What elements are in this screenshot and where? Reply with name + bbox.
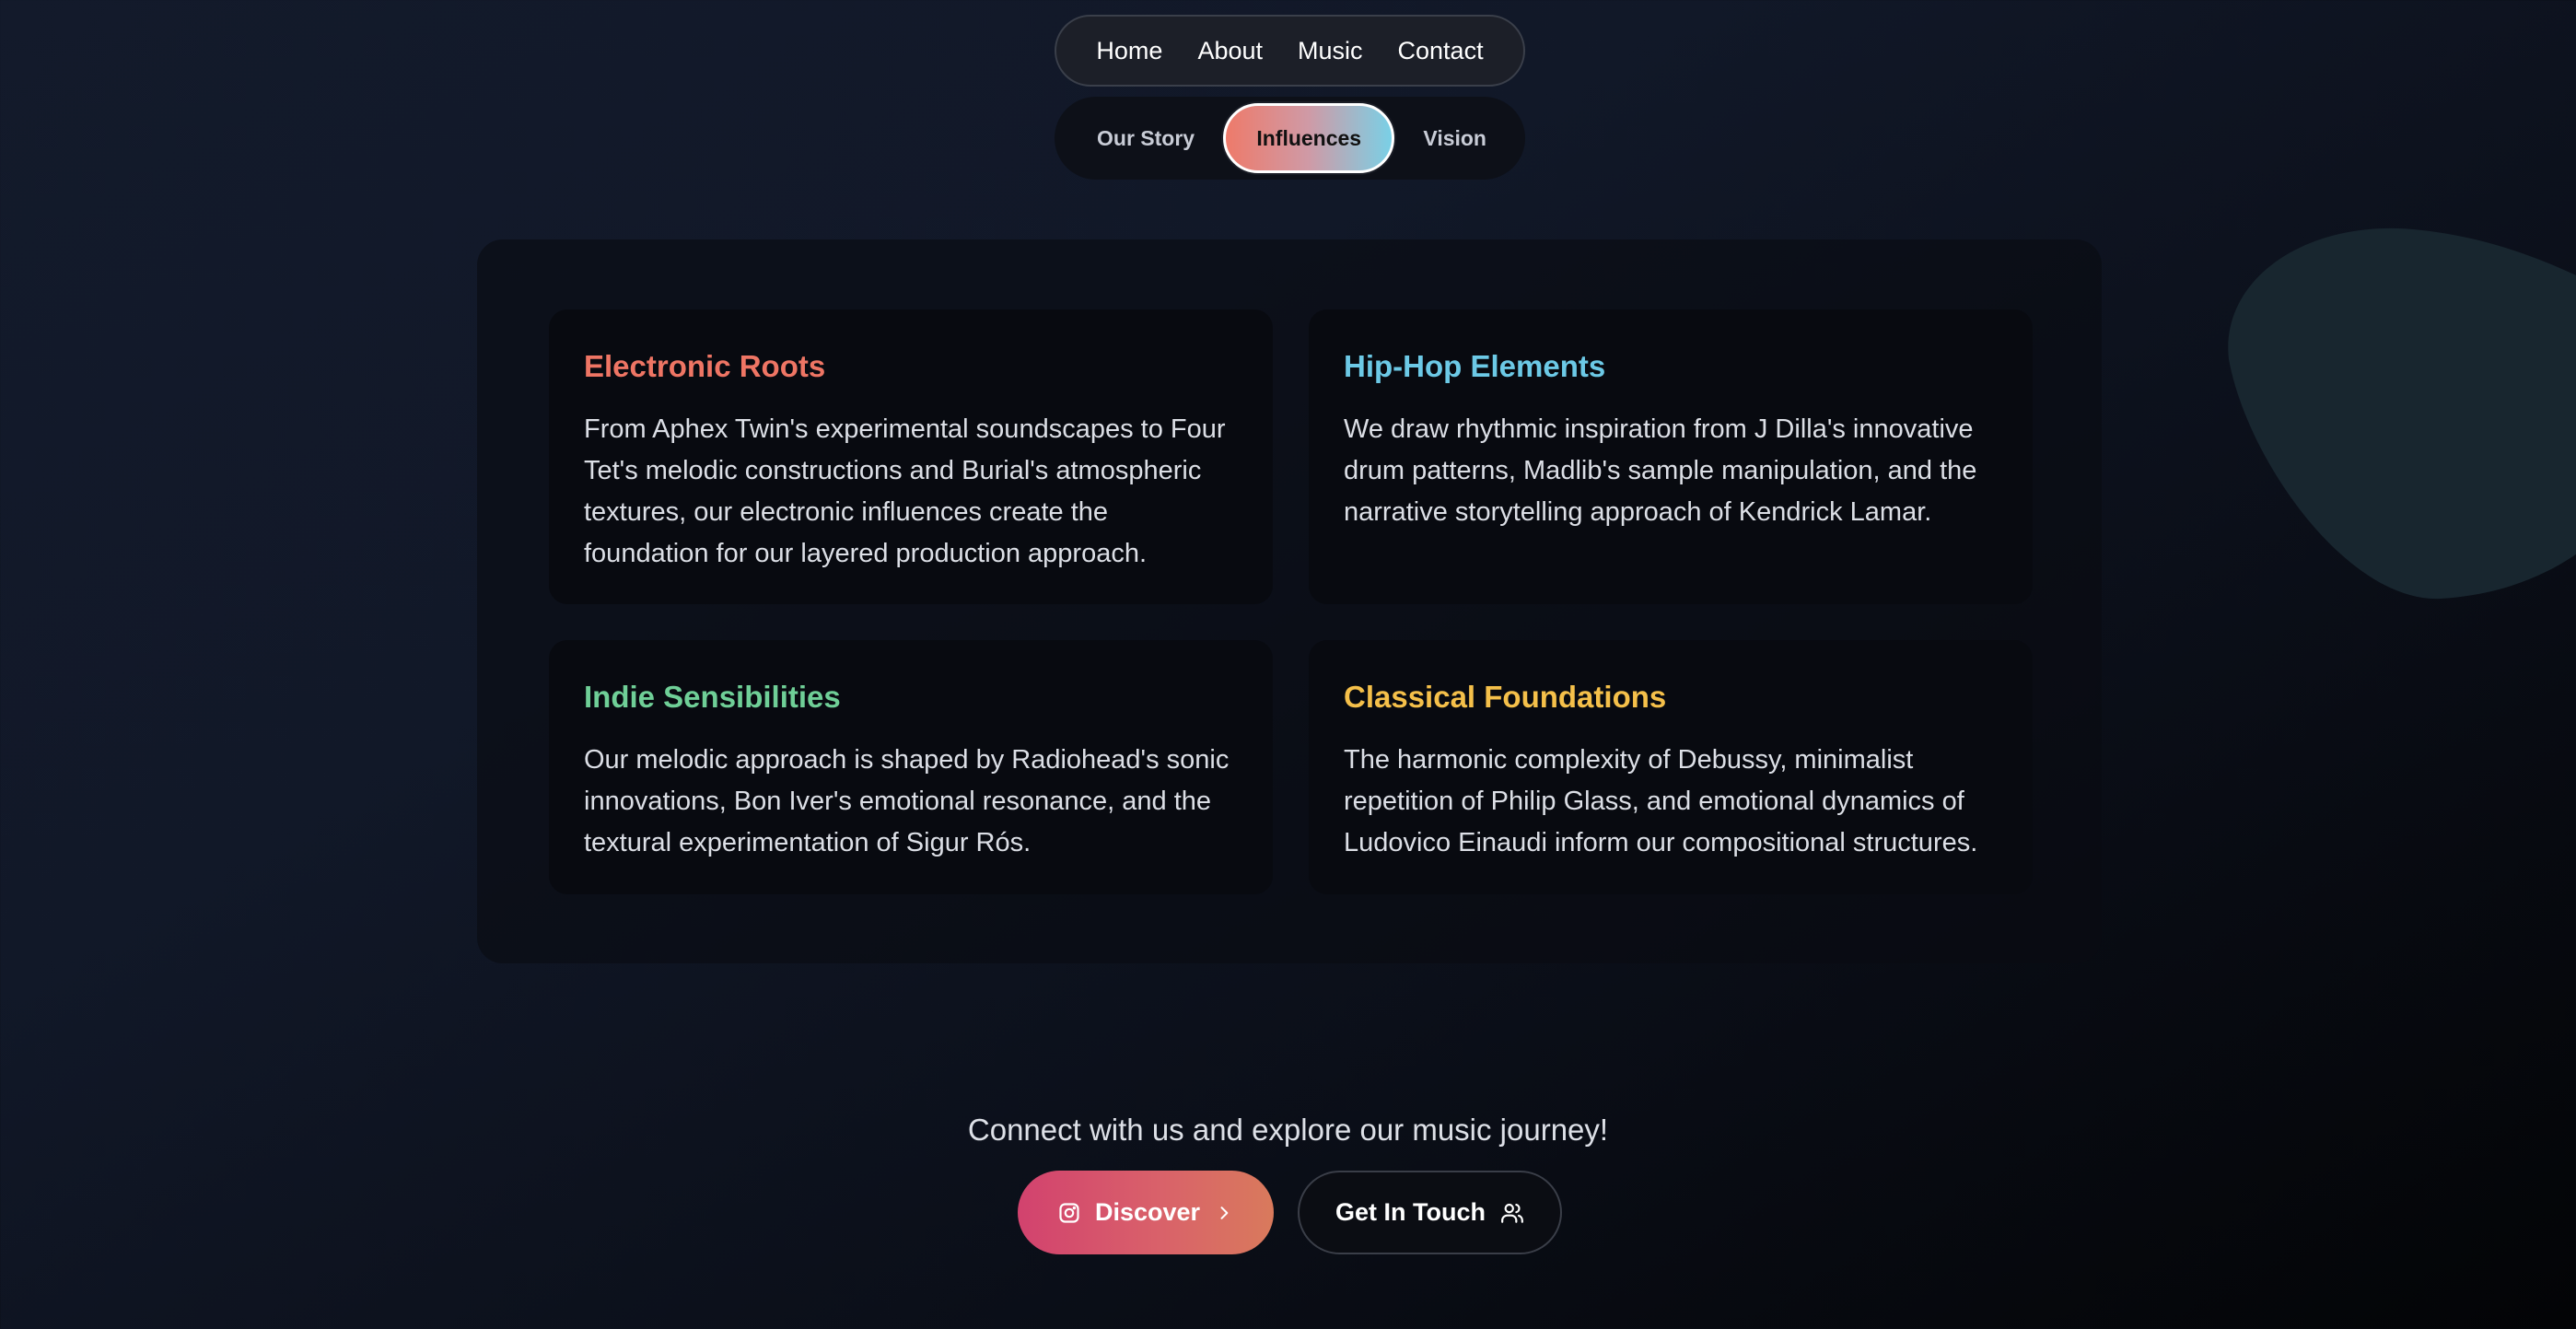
instagram-icon [1058, 1202, 1080, 1224]
main-nav: Home About Music Contact [1055, 15, 1525, 87]
tab-vision[interactable]: Vision [1423, 126, 1486, 151]
influence-card-hiphop: Hip-Hop Elements We draw rhythmic inspir… [1309, 309, 2033, 604]
users-icon [1500, 1201, 1524, 1225]
influences-panel: Electronic Roots From Aphex Twin's exper… [477, 239, 2102, 963]
influence-text: The harmonic complexity of Debussy, mini… [1344, 744, 1978, 857]
tab-influences[interactable]: Influences [1223, 103, 1395, 173]
get-in-touch-button[interactable]: Get In Touch [1298, 1171, 1562, 1254]
nav-link-home[interactable]: Home [1096, 37, 1162, 65]
influence-text: We draw rhythmic inspiration from J Dill… [1344, 414, 1977, 527]
discover-label: Discover [1094, 1198, 1201, 1226]
influence-text: Our melodic approach is shaped by Radioh… [584, 744, 1230, 857]
tab-our-story[interactable]: Our Story [1097, 126, 1195, 151]
influence-title: Electronic Roots [584, 349, 826, 383]
about-subnav: Our Story Influences Vision [1055, 97, 1525, 180]
discover-button[interactable]: Discover [1018, 1171, 1274, 1254]
influence-title: Hip-Hop Elements [1344, 349, 1606, 383]
cta-tagline: Connect with us and explore our music jo… [967, 1113, 1609, 1147]
nav-link-about[interactable]: About [1197, 37, 1263, 65]
get-in-touch-label: Get In Touch [1335, 1198, 1486, 1226]
influence-card-indie: Indie Sensibilities Our melodic approach… [549, 640, 1273, 894]
influence-card-classical: Classical Foundations The harmonic compl… [1309, 640, 2033, 894]
chevron-right-icon [1215, 1204, 1233, 1222]
influence-card-electronic: Electronic Roots From Aphex Twin's exper… [549, 309, 1273, 604]
nav-link-contact[interactable]: Contact [1398, 37, 1484, 65]
nav-link-music[interactable]: Music [1298, 37, 1363, 65]
influence-title: Indie Sensibilities [584, 680, 841, 714]
influence-text: From Aphex Twin's experimental soundscap… [584, 414, 1226, 568]
background-blob [2228, 227, 2576, 600]
influence-title: Classical Foundations [1344, 680, 1667, 714]
